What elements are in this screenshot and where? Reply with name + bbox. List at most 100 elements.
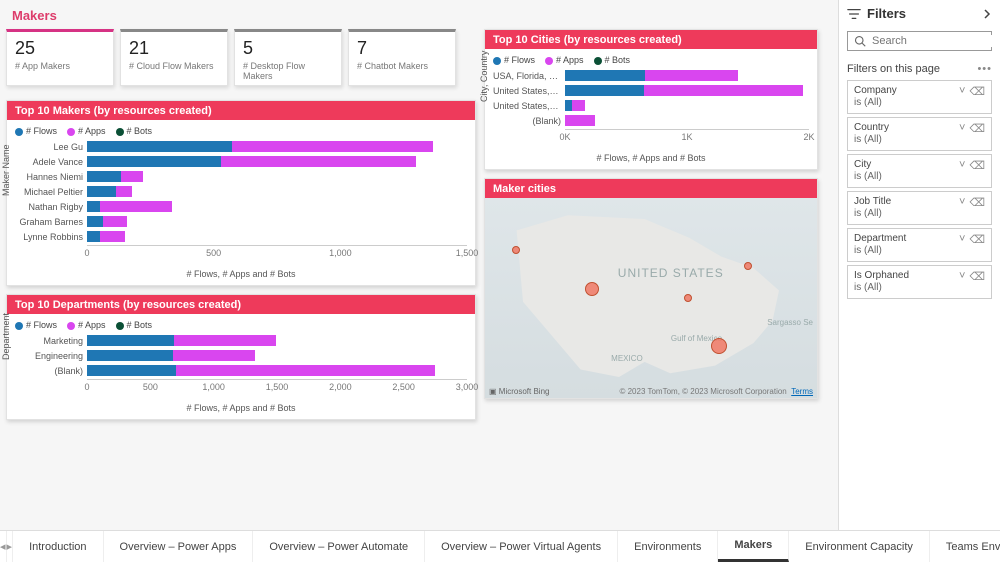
kpi-label: # Desktop Flow Makers <box>243 61 333 81</box>
page-tab[interactable]: Makers <box>718 531 789 562</box>
filters-pane: Filters Filters on this page ••• ˅⌫Compa… <box>838 0 1000 530</box>
bar-row[interactable]: (Blank) <box>15 364 467 377</box>
bar-category-label: (Blank) <box>493 116 565 126</box>
chart-maker-cities-map[interactable]: Maker cities UNITED STATES Gulf of Mexic… <box>484 178 818 399</box>
x-axis-label: # Flows, # Apps and # Bots <box>15 269 467 279</box>
bar-row[interactable]: United States, Ne... <box>493 99 809 112</box>
page-tab[interactable]: Introduction <box>13 531 103 562</box>
bar-category-label: Michael Peltier <box>15 187 87 197</box>
axis-tick: 2,000 <box>329 382 352 392</box>
filter-card[interactable]: ˅⌫Countryis (All) <box>847 117 992 151</box>
axis-tick: 500 <box>206 248 221 258</box>
kpi-label: # App Makers <box>15 61 105 71</box>
map-canvas[interactable]: UNITED STATES Gulf of Mexico MEXICO Sarg… <box>485 198 817 398</box>
kpi-value: 25 <box>15 38 105 59</box>
bar-row[interactable]: United States, Uta... <box>493 84 809 97</box>
filters-search-input[interactable] <box>872 35 1000 47</box>
filter-field-value: is (All) <box>854 282 985 293</box>
map-marker[interactable] <box>512 246 520 254</box>
chart-top-cities[interactable]: Top 10 Cities (by resources created) # F… <box>484 29 818 170</box>
chart-title: Top 10 Departments (by resources created… <box>7 295 475 314</box>
more-icon[interactable]: ••• <box>977 63 992 75</box>
filter-card[interactable]: ˅⌫Companyis (All) <box>847 80 992 114</box>
bar-row[interactable]: Michael Peltier <box>15 185 467 198</box>
page-tab[interactable]: Environments <box>618 531 718 562</box>
page-tab[interactable]: Environment Capacity <box>789 531 930 562</box>
chart-top-makers[interactable]: Top 10 Makers (by resources created) # F… <box>6 100 476 286</box>
bar-category-label: Adele Vance <box>15 157 87 167</box>
chart-title: Top 10 Makers (by resources created) <box>7 101 475 120</box>
clear-filter-icon[interactable]: ⌫ <box>969 159 985 172</box>
bar-row[interactable]: Nathan Rigby <box>15 200 467 213</box>
chart-legend: # Flows # Apps # Bots <box>7 120 475 138</box>
bar-row[interactable]: Engineering <box>15 349 467 362</box>
page-tab[interactable]: Overview – Power Automate <box>253 531 425 562</box>
filter-card[interactable]: ˅⌫Departmentis (All) <box>847 228 992 262</box>
axis-tick: 0 <box>84 382 89 392</box>
map-country-label: UNITED STATES <box>618 266 724 280</box>
map-terms-link[interactable]: Terms <box>791 387 813 396</box>
y-axis-label: City, Country <box>479 51 489 102</box>
bar-category-label: Nathan Rigby <box>15 202 87 212</box>
page-tab[interactable]: Overview – Power Virtual Agents <box>425 531 618 562</box>
chart-top-departments[interactable]: Top 10 Departments (by resources created… <box>6 294 476 420</box>
bar-row[interactable]: Adele Vance <box>15 155 467 168</box>
bar-row[interactable]: Marketing <box>15 334 467 347</box>
bar-row[interactable]: Graham Barnes <box>15 215 467 228</box>
chevron-down-icon[interactable]: ˅ <box>959 233 965 246</box>
search-icon <box>854 35 866 47</box>
kpi-card[interactable]: 7# Chatbot Makers <box>348 29 456 86</box>
page-tab[interactable]: Teams Environments <box>930 531 1000 562</box>
kpi-card[interactable]: 25 # App Makers <box>6 29 114 86</box>
chart-title: Top 10 Cities (by resources created) <box>485 30 817 49</box>
bar-category-label: United States, Ne... <box>493 101 565 111</box>
kpi-card[interactable]: 5# Desktop Flow Makers <box>234 29 342 86</box>
filters-icon <box>847 7 861 21</box>
filter-card[interactable]: ˅⌫Cityis (All) <box>847 154 992 188</box>
bar-row[interactable]: Lee Gu <box>15 140 467 153</box>
filters-title: Filters <box>867 6 906 21</box>
axis-tick: 1,000 <box>329 248 352 258</box>
map-marker[interactable] <box>585 282 599 296</box>
filter-card[interactable]: ˅⌫Job Titleis (All) <box>847 191 992 225</box>
chevron-down-icon[interactable]: ˅ <box>959 196 965 209</box>
bar-category-label: Graham Barnes <box>15 217 87 227</box>
clear-filter-icon[interactable]: ⌫ <box>969 122 985 135</box>
chevron-down-icon[interactable]: ˅ <box>959 85 965 98</box>
page-tab[interactable]: Overview – Power Apps <box>104 531 254 562</box>
bar-row[interactable]: Hannes Niemi <box>15 170 467 183</box>
map-marker[interactable] <box>744 262 752 270</box>
clear-filter-icon[interactable]: ⌫ <box>969 85 985 98</box>
kpi-row: 25 # App Makers 21 # Cloud Flow Makers 5# De… <box>6 29 476 86</box>
axis-tick: 1K <box>681 132 692 142</box>
bar-category-label: USA, Florida, Miami <box>493 71 565 81</box>
kpi-label: # Cloud Flow Makers <box>129 61 219 71</box>
clear-filter-icon[interactable]: ⌫ <box>969 196 985 209</box>
axis-tick: 1,500 <box>456 248 479 258</box>
chevron-down-icon[interactable]: ˅ <box>959 122 965 135</box>
map-marker[interactable] <box>711 338 727 354</box>
collapse-pane-icon[interactable] <box>982 9 992 19</box>
axis-tick: 1,500 <box>266 382 289 392</box>
clear-filter-icon[interactable]: ⌫ <box>969 233 985 246</box>
filter-field-value: is (All) <box>854 134 985 145</box>
kpi-card[interactable]: 21 # Cloud Flow Makers <box>120 29 228 86</box>
page-title: Makers <box>6 0 832 29</box>
chart-legend: # Flows # Apps # Bots <box>485 49 817 67</box>
clear-filter-icon[interactable]: ⌫ <box>969 270 985 283</box>
bar-row[interactable]: Lynne Robbins <box>15 230 467 243</box>
x-axis-label: # Flows, # Apps and # Bots <box>15 403 467 413</box>
bar-category-label: (Blank) <box>15 366 87 376</box>
filters-search[interactable] <box>847 31 992 51</box>
page-tabs: ◂ ▸ IntroductionOverview – Power AppsOve… <box>0 530 1000 562</box>
bar-row[interactable]: USA, Florida, Miami <box>493 69 809 82</box>
bar-category-label: Engineering <box>15 351 87 361</box>
axis-tick: 3,000 <box>456 382 479 392</box>
filter-card[interactable]: ˅⌫Is Orphanedis (All) <box>847 265 992 299</box>
chevron-down-icon[interactable]: ˅ <box>959 270 965 283</box>
filter-field-value: is (All) <box>854 208 985 219</box>
bar-row[interactable]: (Blank) <box>493 114 809 127</box>
kpi-value: 5 <box>243 38 333 59</box>
kpi-value: 21 <box>129 38 219 59</box>
chevron-down-icon[interactable]: ˅ <box>959 159 965 172</box>
